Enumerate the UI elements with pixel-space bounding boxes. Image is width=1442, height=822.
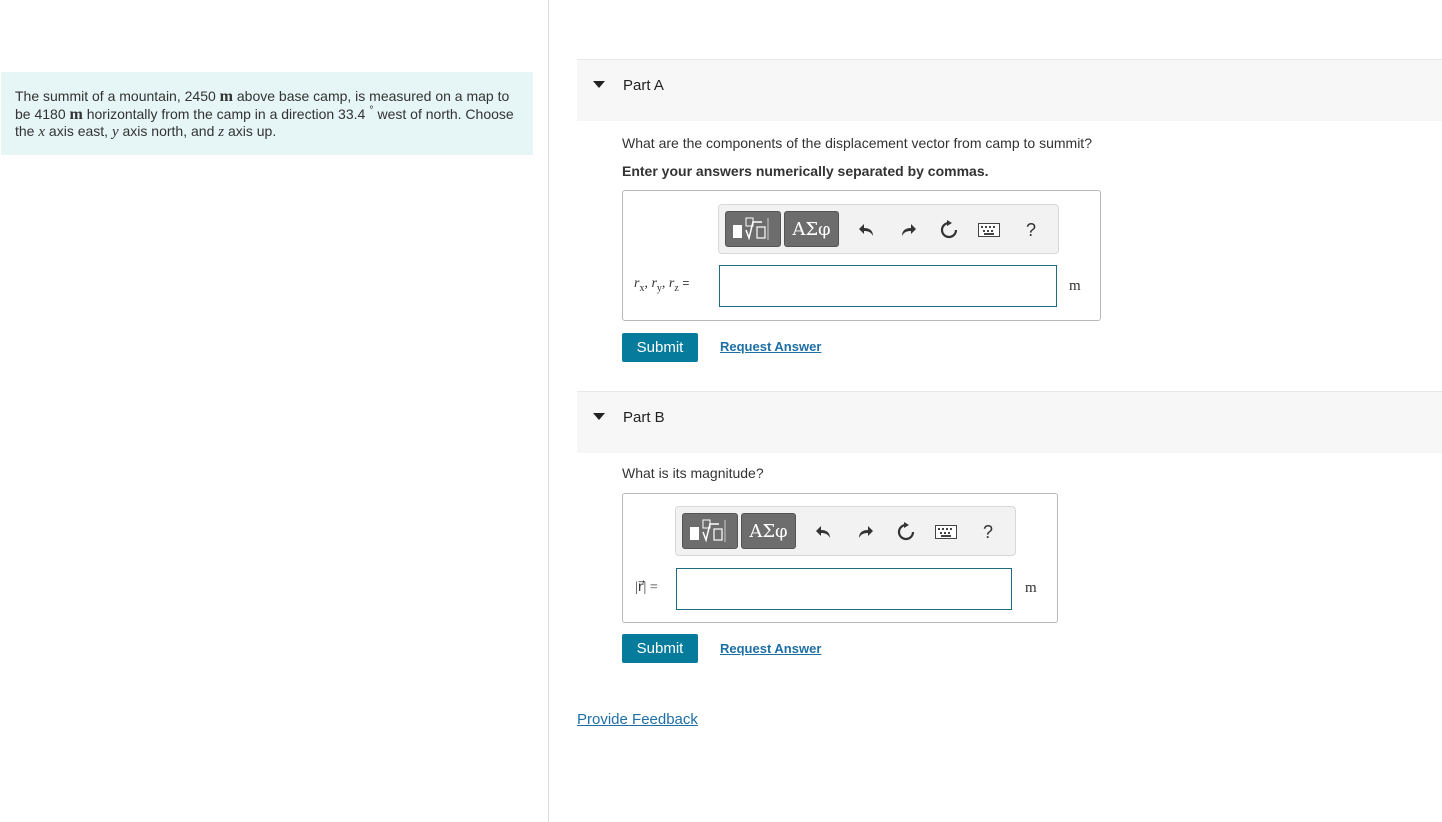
- part-a-header[interactable]: Part A: [577, 59, 1442, 121]
- reset-icon[interactable]: [894, 520, 918, 544]
- greek-symbols-icon[interactable]: ΑΣφ: [741, 513, 796, 549]
- part-b-answer-input[interactable]: [676, 568, 1012, 610]
- part-b-unit: m: [1025, 580, 1037, 596]
- templates-icon[interactable]: [682, 513, 738, 549]
- redo-icon[interactable]: [853, 520, 877, 544]
- part-b-question: What is its magnitude?: [622, 465, 764, 481]
- part-a-answer-box: ΑΣφ ? rx, ry, rz = m: [622, 190, 1101, 321]
- help-icon[interactable]: ?: [1019, 218, 1043, 242]
- part-b-title: Part B: [623, 409, 665, 426]
- keyboard-icon[interactable]: [934, 520, 958, 544]
- keyboard-icon[interactable]: [977, 218, 1001, 242]
- part-a-unit: m: [1069, 278, 1081, 294]
- part-a-question: What are the components of the displacem…: [622, 135, 1092, 151]
- column-divider: [548, 0, 549, 822]
- part-b-submit-button[interactable]: Submit: [622, 634, 698, 663]
- help-icon[interactable]: ?: [976, 520, 1000, 544]
- undo-icon[interactable]: [855, 218, 879, 242]
- part-a-request-answer-link[interactable]: Request Answer: [720, 339, 821, 354]
- undo-icon[interactable]: [812, 520, 836, 544]
- part-a-instruction: Enter your answers numerically separated…: [622, 163, 989, 179]
- part-b-request-answer-link[interactable]: Request Answer: [720, 641, 821, 656]
- greek-symbols-icon[interactable]: ΑΣφ: [784, 211, 839, 247]
- part-a-title: Part A: [623, 77, 664, 94]
- part-a-math-toolbar: ΑΣφ ?: [718, 204, 1059, 254]
- part-a-answer-label: rx, ry, rz =: [634, 276, 690, 294]
- redo-icon[interactable]: [896, 218, 920, 242]
- part-b-answer-label: |r⃗| =: [635, 580, 658, 595]
- part-a-submit-button[interactable]: Submit: [622, 333, 698, 362]
- part-b-header[interactable]: Part B: [577, 391, 1442, 453]
- templates-icon[interactable]: [725, 211, 781, 247]
- collapse-triangle-icon[interactable]: [593, 81, 605, 88]
- reset-icon[interactable]: [937, 218, 961, 242]
- part-a-answer-input[interactable]: [719, 265, 1057, 307]
- provide-feedback-link[interactable]: Provide Feedback: [577, 711, 698, 728]
- part-b-answer-box: ΑΣφ ? |r⃗| = m: [622, 493, 1058, 623]
- problem-statement: The summit of a mountain, 2450 m above b…: [1, 72, 533, 155]
- part-b-math-toolbar: ΑΣφ ?: [675, 506, 1016, 556]
- collapse-triangle-icon[interactable]: [593, 413, 605, 420]
